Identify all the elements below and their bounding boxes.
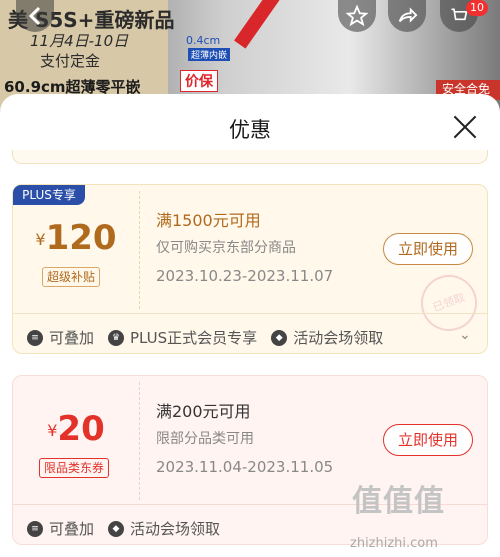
feature-label: 可叠加 <box>49 520 95 538</box>
coupon-condition: 满1500元可用 <box>156 211 261 230</box>
feature-event-claim: ◆ 活动会场领取 <box>271 327 383 348</box>
currency-symbol: ¥ <box>35 230 46 249</box>
claimed-stamp: 已领取 <box>413 267 485 339</box>
feature-stackable: ≡ 可叠加 <box>27 518 94 539</box>
coupon-condition: 满200元可用 <box>156 402 251 421</box>
feature-label: 活动会场领取 <box>293 329 384 347</box>
close-button[interactable] <box>452 114 478 140</box>
stack-icon: ≡ <box>27 520 43 537</box>
coupon-value-block: ¥20 限品类东券 <box>13 376 139 504</box>
price-protect-label: 价保 <box>180 70 218 92</box>
coupon-features: ≡ 可叠加 ♛ PLUS正式会员专享 ◆ 活动会场领取 <box>27 327 397 348</box>
coupon-type-label: 限品类东券 <box>39 458 110 478</box>
coupon-dates: 2023.10.23-2023.11.07 <box>156 267 334 285</box>
divider <box>139 191 140 309</box>
divider <box>13 313 487 314</box>
coupon-card: PLUS专享 ¥120 超级补贴 满1500元可用 仅可购买京东部分商品 202… <box>12 184 488 354</box>
coupon-scope: 仅可购买京东部分商品 <box>156 240 296 256</box>
banner-line2: 11月4日-10日 <box>30 32 129 50</box>
coupon-dates: 2023.11.04-2023.11.05 <box>156 458 334 476</box>
watermark-url: zhizhizhi.com <box>350 536 438 551</box>
coupon-amount: ¥20 <box>13 409 139 449</box>
sheet-title: 优惠 <box>229 118 271 142</box>
watermark-logo: 值值值 <box>352 484 445 519</box>
ticket-icon: ◆ <box>108 520 125 537</box>
ticket-icon: ◆ <box>271 329 288 346</box>
feature-event-claim: ◆ 活动会场领取 <box>108 518 220 539</box>
measure-label: 0.4cm <box>186 34 221 47</box>
cart-count-badge: 10 <box>466 0 488 16</box>
chevron-left-icon <box>28 6 41 26</box>
star-icon <box>346 5 368 27</box>
coupon-card-partial <box>12 150 488 164</box>
currency-symbol: ¥ <box>47 421 58 440</box>
feature-label: PLUS正式会员专享 <box>130 329 258 347</box>
coupon-scope: 限部分品类可用 <box>156 431 254 447</box>
chevron-down-icon[interactable]: ⌄ <box>459 327 471 343</box>
feature-label: 活动会场领取 <box>130 520 221 538</box>
stack-icon: ≡ <box>27 329 43 346</box>
feature-label: 可叠加 <box>49 329 95 347</box>
coupon-amount-value: 20 <box>57 409 105 449</box>
use-now-button[interactable]: 立即使用 <box>383 233 473 265</box>
feature-stackable: ≡ 可叠加 <box>27 327 94 348</box>
red-accent-stripe <box>234 0 280 49</box>
coupon-value-block: ¥120 超级补贴 <box>13 185 139 313</box>
measure-note: 超薄内嵌 <box>188 48 231 61</box>
coupon-type-label: 超级补贴 <box>42 267 101 287</box>
coupon-amount: ¥120 <box>13 218 139 258</box>
feature-plus-member: ♛ PLUS正式会员专享 <box>108 327 257 348</box>
divider <box>139 382 140 500</box>
coupon-features: ≡ 可叠加 ◆ 活动会场领取 <box>27 518 234 539</box>
use-now-button[interactable]: 立即使用 <box>383 424 473 456</box>
coupon-sheet: 优惠 PLUS专享 ¥120 超级补贴 满1500元可用 仅可购买京东部分商品 … <box>0 94 500 557</box>
coupon-amount-value: 120 <box>45 218 117 258</box>
crown-icon: ♛ <box>108 329 125 346</box>
share-icon <box>398 7 418 23</box>
banner-line3: 支付定金 <box>40 52 101 70</box>
